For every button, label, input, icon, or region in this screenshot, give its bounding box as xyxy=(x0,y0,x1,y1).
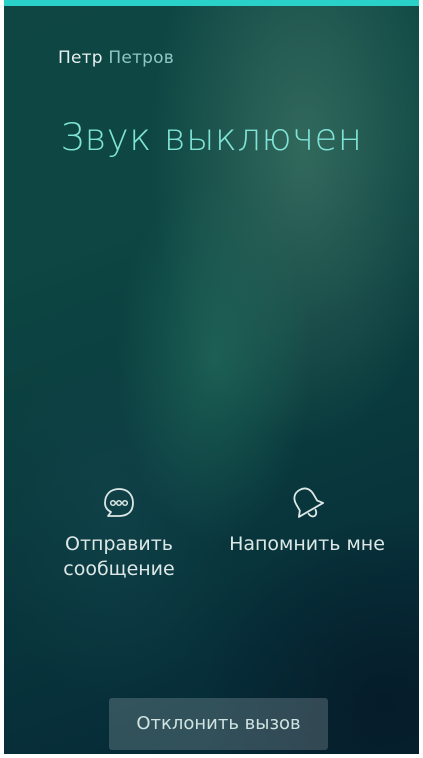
caller-first-name: Петр xyxy=(58,48,103,68)
remind-me-label: Напомнить мне xyxy=(229,533,385,555)
top-accent-bar xyxy=(4,0,419,6)
call-status-title: Звук выключен xyxy=(60,116,363,159)
caller-last-name: Петров xyxy=(108,48,174,68)
incoming-call-screen: Петр Петров Звук выключен Отправить сооб… xyxy=(0,0,423,758)
send-message-label: Отправить сообщение xyxy=(63,533,175,580)
bell-icon xyxy=(293,487,325,518)
remind-me-action[interactable]: Напомнить мне xyxy=(222,482,392,557)
chat-bubble-icon xyxy=(104,488,134,517)
call-panel: Петр Петров Звук выключен Отправить сооб… xyxy=(4,0,419,754)
send-message-action[interactable]: Отправить сообщение xyxy=(44,482,194,582)
decline-call-button[interactable]: Отклонить вызов xyxy=(109,698,328,750)
caller-name: Петр Петров xyxy=(58,46,174,70)
